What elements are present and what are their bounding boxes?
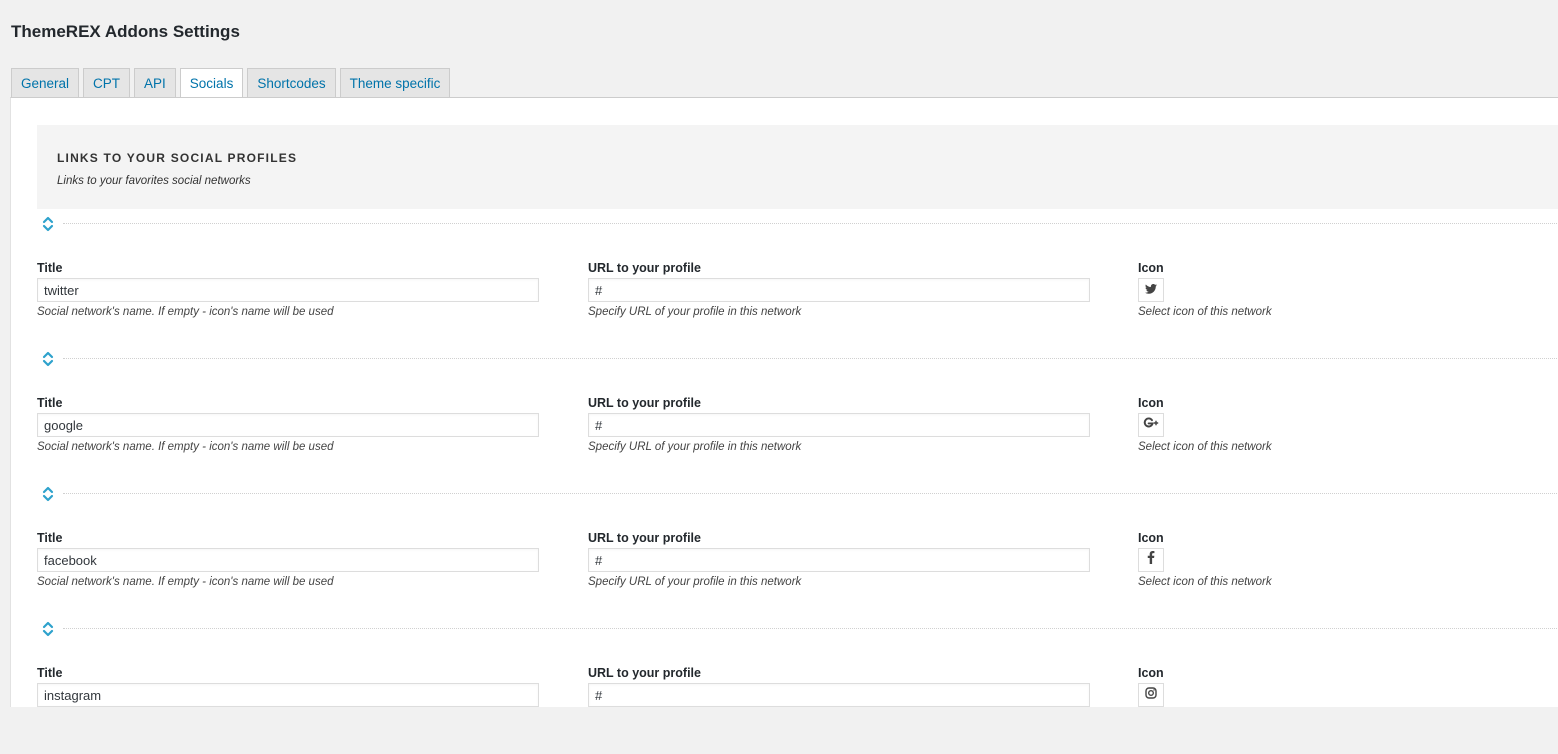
title-label: Title bbox=[37, 666, 63, 680]
settings-panel: LINKS TO YOUR SOCIAL PROFILES Links to y… bbox=[10, 97, 1558, 707]
url-input[interactable] bbox=[588, 413, 1090, 437]
icon-select-button[interactable] bbox=[1138, 548, 1164, 572]
section-subtitle: Links to your favorites social networks bbox=[57, 175, 251, 187]
section-header: LINKS TO YOUR SOCIAL PROFILES Links to y… bbox=[37, 125, 1558, 209]
tab-socials[interactable]: Socials bbox=[179, 68, 244, 99]
twitter-icon bbox=[1145, 281, 1157, 299]
icon-description: Select icon of this network bbox=[1138, 441, 1272, 453]
url-label: URL to your profile bbox=[588, 531, 701, 545]
url-input[interactable] bbox=[588, 548, 1090, 572]
url-input[interactable] bbox=[588, 278, 1090, 302]
icon-label: Icon bbox=[1138, 531, 1164, 545]
drag-handle-icon[interactable] bbox=[41, 484, 55, 504]
title-input[interactable] bbox=[37, 278, 539, 302]
title-label: Title bbox=[37, 531, 63, 545]
tab-general[interactable]: General bbox=[11, 68, 80, 98]
facebook-icon bbox=[1147, 551, 1155, 569]
tab-cpt[interactable]: CPT bbox=[83, 68, 131, 98]
icon-label: Icon bbox=[1138, 261, 1164, 275]
url-label: URL to your profile bbox=[588, 261, 701, 275]
page-title: ThemeREX Addons Settings bbox=[11, 22, 240, 41]
google-plus-icon bbox=[1143, 416, 1159, 434]
icon-select-button[interactable] bbox=[1138, 683, 1164, 707]
settings-tabs: General CPT API Socials Shortcodes Theme… bbox=[11, 68, 451, 99]
url-input[interactable] bbox=[588, 683, 1090, 707]
row-divider bbox=[63, 358, 1558, 359]
url-label: URL to your profile bbox=[588, 666, 701, 680]
drag-handle-icon[interactable] bbox=[41, 214, 55, 234]
tab-shortcodes[interactable]: Shortcodes bbox=[247, 68, 336, 98]
row-divider bbox=[63, 628, 1558, 629]
title-input[interactable] bbox=[37, 548, 539, 572]
title-description: Social network's name. If empty - icon's… bbox=[37, 576, 334, 588]
title-input[interactable] bbox=[37, 413, 539, 437]
social-row: Title Social network's name. If empty - … bbox=[37, 484, 1558, 619]
tab-api[interactable]: API bbox=[134, 68, 176, 98]
url-description: Specify URL of your profile in this netw… bbox=[588, 441, 802, 453]
url-description: Specify URL of your profile in this netw… bbox=[588, 576, 802, 588]
section-title: LINKS TO YOUR SOCIAL PROFILES bbox=[57, 151, 298, 165]
row-divider bbox=[63, 223, 1558, 224]
instagram-icon bbox=[1145, 686, 1157, 704]
drag-handle-icon[interactable] bbox=[41, 349, 55, 369]
icon-select-button[interactable] bbox=[1138, 413, 1164, 437]
icon-select-button[interactable] bbox=[1138, 278, 1164, 302]
social-row: Title Social network's name. If empty - … bbox=[37, 349, 1558, 484]
row-divider bbox=[63, 493, 1558, 494]
title-label: Title bbox=[37, 396, 63, 410]
title-description: Social network's name. If empty - icon's… bbox=[37, 441, 334, 453]
icon-label: Icon bbox=[1138, 396, 1164, 410]
title-label: Title bbox=[37, 261, 63, 275]
icon-description: Select icon of this network bbox=[1138, 576, 1272, 588]
icon-label: Icon bbox=[1138, 666, 1164, 680]
url-description: Specify URL of your profile in this netw… bbox=[588, 306, 802, 318]
url-label: URL to your profile bbox=[588, 396, 701, 410]
title-input[interactable] bbox=[37, 683, 539, 707]
tab-theme-specific[interactable]: Theme specific bbox=[339, 68, 451, 98]
social-row: Title Social network's name. If empty - … bbox=[37, 214, 1558, 349]
icon-description: Select icon of this network bbox=[1138, 306, 1272, 318]
drag-handle-icon[interactable] bbox=[41, 619, 55, 639]
social-row: Title URL to your profile Icon bbox=[37, 619, 1558, 754]
title-description: Social network's name. If empty - icon's… bbox=[37, 306, 334, 318]
